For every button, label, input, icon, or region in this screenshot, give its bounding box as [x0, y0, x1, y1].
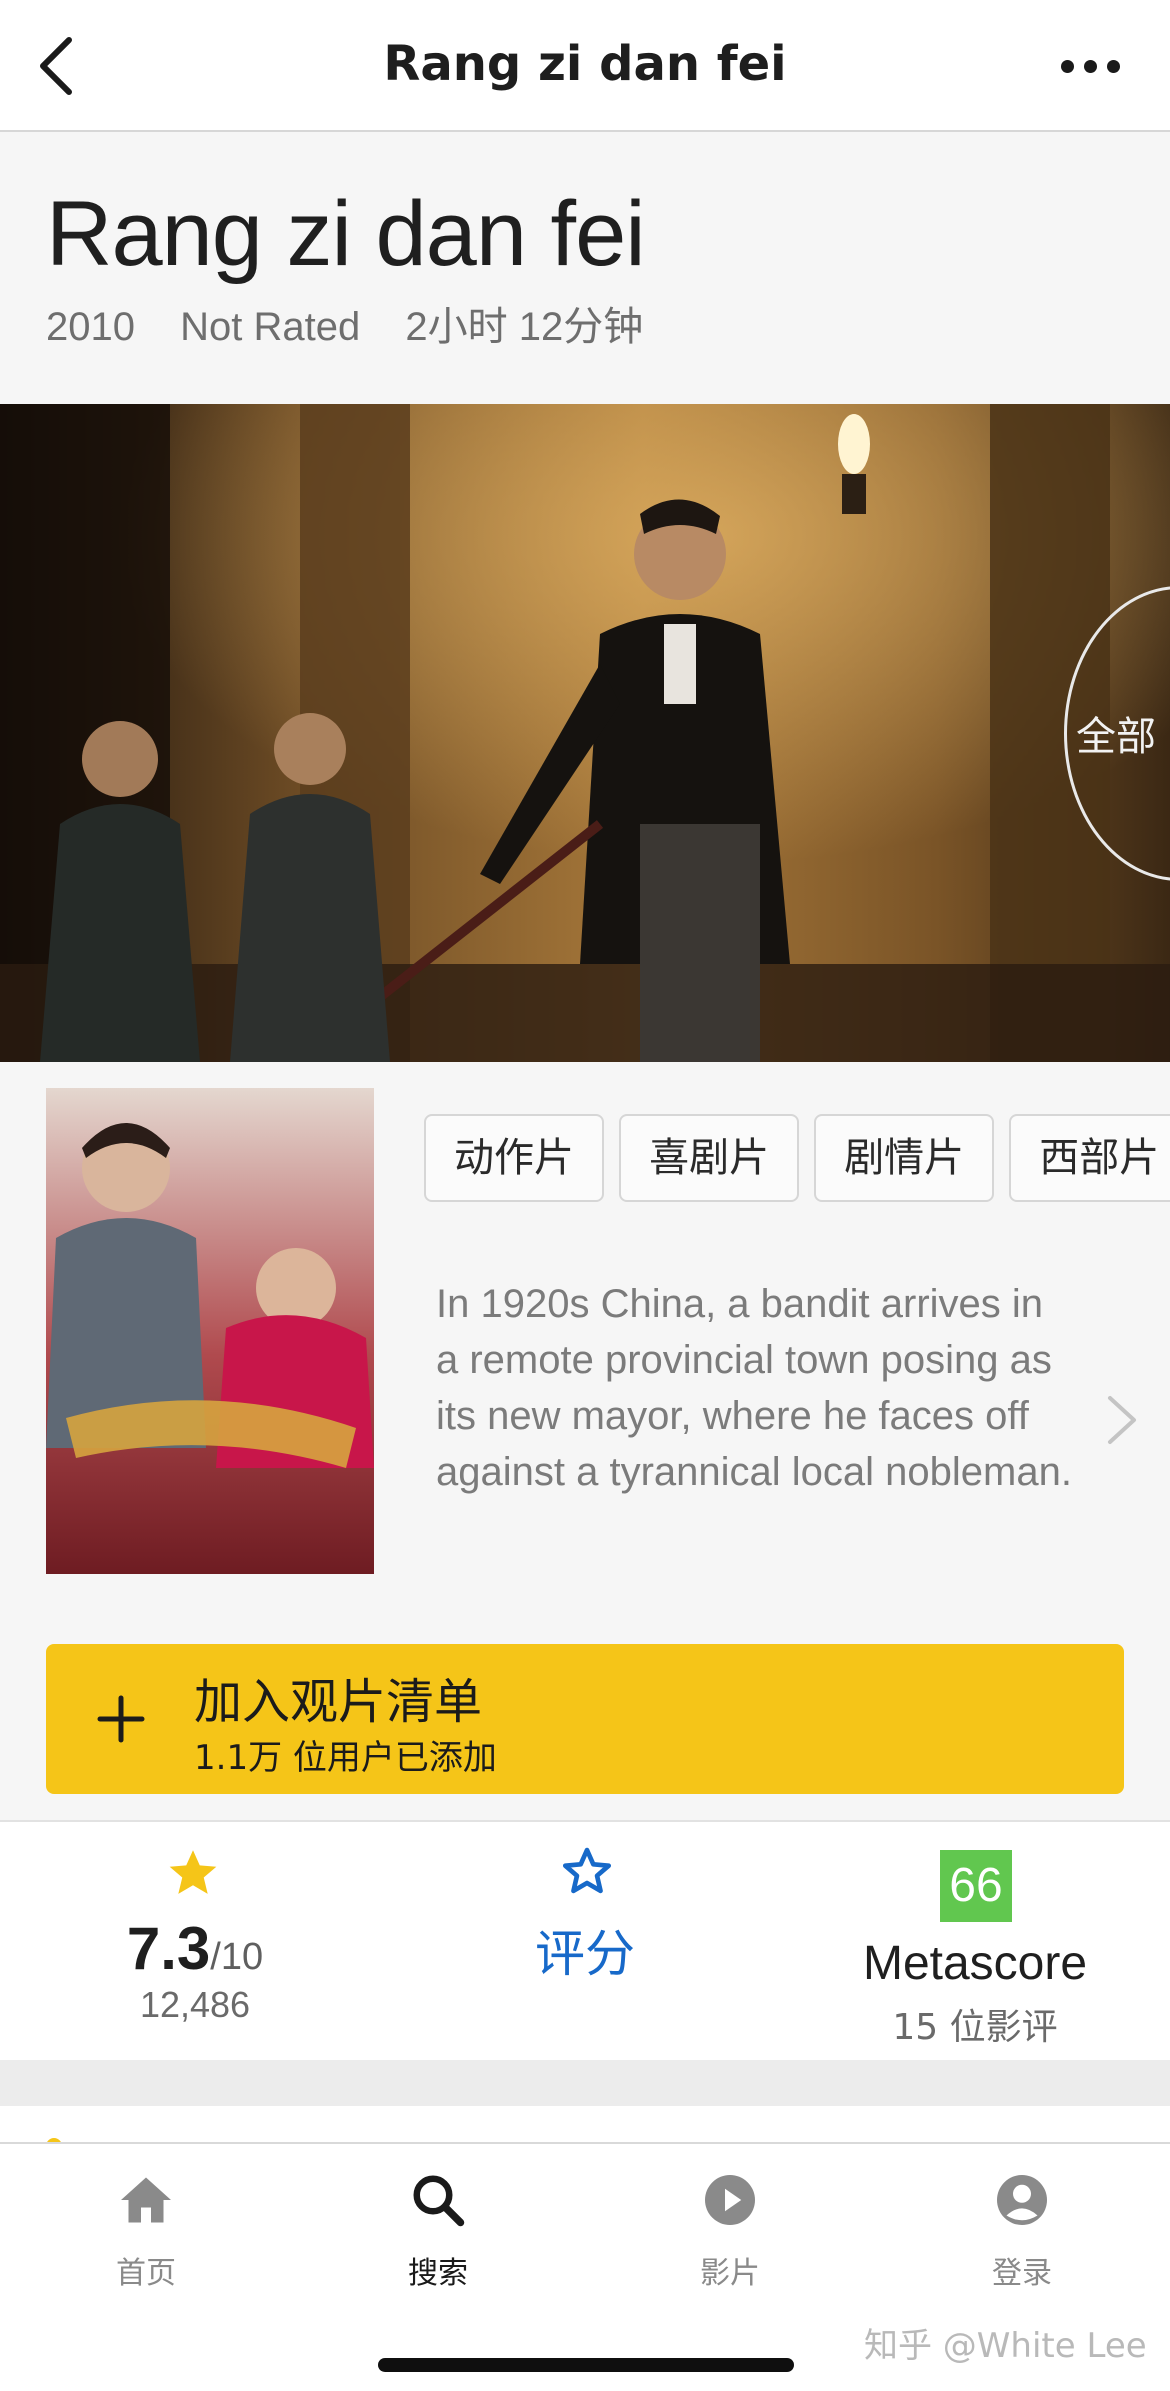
- genre-chip[interactable]: 西部片: [1009, 1114, 1170, 1202]
- vote-count: 12,486: [139, 1984, 251, 2025]
- rating-scale: /10: [210, 1936, 264, 1978]
- tab-label: 影片: [700, 2256, 760, 2291]
- ratings-bar: 7.3/10 12,486 评分 66 Metascore 15 位影评: [0, 1820, 1170, 2060]
- movie-poster[interactable]: [46, 1088, 374, 1574]
- genre-chips: 动作片 喜剧片 剧情片 西部片: [424, 1114, 1170, 1204]
- more-options-button[interactable]: [1050, 30, 1130, 102]
- tab-label: 首页: [116, 2256, 176, 2291]
- tab-label: 搜索: [408, 2256, 468, 2291]
- title-section: Rang zi dan fei 2010 Not Rated 2小时 12分钟: [0, 134, 1170, 404]
- runtime: 2小时 12分钟: [405, 305, 644, 349]
- nav-title: Rang zi dan fei: [383, 36, 787, 92]
- metascore-label: Metascore: [862, 1937, 1088, 1990]
- hero-image: [0, 404, 1170, 1062]
- imdb-rating[interactable]: 7.3/10 12,486: [0, 1822, 390, 2062]
- next-section-peek: [0, 2106, 1170, 2146]
- genre-chip[interactable]: 喜剧片: [619, 1114, 800, 1202]
- rating-score: 7.3: [126, 1915, 211, 1982]
- view-all-label: 全部: [1076, 714, 1156, 760]
- more-horizontal-icon: [1060, 59, 1074, 73]
- certificate: Not Rated: [180, 305, 361, 349]
- movie-title: Rang zi dan fei: [46, 183, 646, 285]
- more-dot: [1106, 59, 1120, 73]
- tab-home[interactable]: 首页: [0, 2144, 292, 2294]
- critic-review-count: 15 位影评: [892, 2007, 1058, 2048]
- tab-search[interactable]: 搜索: [292, 2144, 584, 2294]
- rate-label: 评分: [535, 1925, 635, 1983]
- play-circle-icon: [705, 2175, 755, 2225]
- chevron-left-icon: [40, 37, 72, 95]
- release-year: 2010: [46, 305, 135, 349]
- tab-videos[interactable]: 影片: [584, 2144, 876, 2294]
- genre-chip[interactable]: 剧情片: [814, 1114, 995, 1202]
- movie-info-section: 动作片 喜剧片 剧情片 西部片 In 1920s China, a bandit…: [0, 1062, 1170, 1642]
- home-indicator: [378, 2358, 794, 2372]
- search-icon: [413, 2175, 465, 2227]
- metascore[interactable]: 66 Metascore 15 位影评: [780, 1822, 1170, 2062]
- movie-meta: 2010 Not Rated 2小时 12分钟: [46, 294, 677, 352]
- top-navigation-bar: Rang zi dan fei: [0, 0, 1170, 132]
- home-icon: [121, 2177, 171, 2223]
- section-divider: [0, 2060, 1170, 2106]
- rate-this-button[interactable]: 评分: [390, 1822, 780, 2062]
- genre-chip[interactable]: 动作片: [424, 1114, 604, 1202]
- back-button[interactable]: [20, 30, 90, 102]
- poster-image: [46, 1088, 374, 1574]
- plus-icon: [97, 1695, 145, 1743]
- chevron-right-icon[interactable]: [1104, 1392, 1140, 1448]
- hero-video-still[interactable]: 全部: [0, 404, 1170, 1062]
- star-filled-icon: [169, 1850, 217, 1894]
- plot-summary[interactable]: In 1920s China, a bandit arrives in a re…: [436, 1276, 1076, 1500]
- watchlist-label: 加入观片清单: [194, 1674, 483, 1730]
- metascore-badge: 66: [940, 1850, 1012, 1922]
- watchlist-count: 1.1万 位用户已添加: [194, 1738, 497, 1778]
- tab-label: 登录: [992, 2256, 1052, 2291]
- watermark: 知乎 @White Lee: [864, 2326, 1147, 2366]
- bottom-tab-bar: 首页 搜索 影片 登录 知乎 @White Lee: [0, 2142, 1170, 2391]
- more-dot: [1083, 59, 1097, 73]
- star-outline-icon: [562, 1847, 612, 1894]
- user-circle-icon: [997, 2175, 1047, 2225]
- add-to-watchlist-button[interactable]: 加入观片清单 1.1万 位用户已添加: [46, 1644, 1124, 1794]
- tab-login[interactable]: 登录: [876, 2144, 1168, 2294]
- rating-value: 7.3/10: [0, 1914, 390, 1983]
